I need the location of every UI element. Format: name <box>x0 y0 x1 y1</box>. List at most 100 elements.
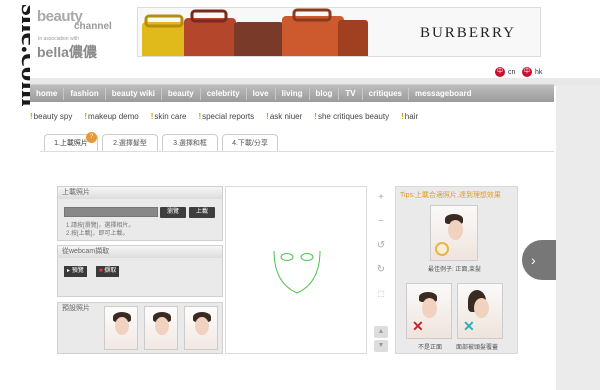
tip-bad-caption-1: 不是正面 <box>418 345 443 351</box>
subnav-label: hair <box>404 111 419 121</box>
photo-canvas[interactable] <box>225 186 367 354</box>
face-shape <box>422 298 437 318</box>
tips-title: Tips:上載合適照片,達到理想效果 <box>400 192 501 199</box>
face-shape <box>474 298 489 318</box>
nav-critiques[interactable]: critiques <box>363 87 409 100</box>
face-guide-outline <box>273 250 321 294</box>
nav-living[interactable]: living <box>276 87 310 100</box>
preset-panel-title: 預設照片 <box>62 305 90 312</box>
good-check-icon <box>435 242 449 256</box>
subnav-she-critiques-beauty[interactable]: !she critiques beauty <box>314 112 389 121</box>
subnav-label: she critiques beauty <box>317 111 390 121</box>
lang-hk-label: hk <box>535 68 543 76</box>
nav-tv[interactable]: TV <box>339 87 363 100</box>
zoom-in-icon[interactable]: + <box>375 192 387 204</box>
upload-note-2: 2.按[上載]，即可上載。 <box>66 231 129 237</box>
tip-good-caption: 最佳例子: 正面,束髮 <box>428 267 482 273</box>
nav-beauty-wiki[interactable]: beauty wiki <box>106 87 162 100</box>
tip-bad-caption-2: 面部被頭髮覆蓋 <box>456 345 499 351</box>
subnav-ask-niuer[interactable]: !ask niuer <box>266 112 302 121</box>
face-shape <box>115 317 129 335</box>
bad-x-icon: ✕ <box>412 318 424 334</box>
nav-beauty[interactable]: beauty <box>162 87 201 100</box>
right-side-panel <box>556 86 600 390</box>
capture-button[interactable]: ■ 擷取 <box>96 266 120 277</box>
tab-label: 1.上載照片 <box>54 140 88 147</box>
nav-blog[interactable]: blog <box>310 87 340 100</box>
capture-label: 擷取 <box>104 268 117 274</box>
browse-button[interactable]: 瀏覽 <box>160 207 186 218</box>
nav-celebrity[interactable]: celebrity <box>201 87 247 100</box>
subnav-label: special reports <box>202 111 255 121</box>
next-arrow-button[interactable]: › <box>522 240 556 280</box>
bullet-icon: ! <box>266 111 269 121</box>
bullet-icon: ! <box>84 111 88 121</box>
bullet-icon: ! <box>30 111 33 121</box>
main-nav: home fashion beauty wiki beauty celebrit… <box>30 84 554 102</box>
fit-icon[interactable]: ⬚ <box>375 288 387 300</box>
subnav-beauty-spy[interactable]: !beauty spy <box>30 112 72 121</box>
subnav-skin-care[interactable]: !skin care <box>151 112 187 121</box>
preset-photo-3[interactable] <box>184 306 218 350</box>
tab-label: 3.選擇和框 <box>173 140 207 147</box>
tab-label: 2.選擇髮型 <box>113 140 147 147</box>
rotate-left-icon[interactable]: ↺ <box>375 240 387 252</box>
tab-step-download-share[interactable]: 4.下載/分享 <box>222 134 278 152</box>
nav-home[interactable]: home <box>30 87 65 100</box>
file-path-input[interactable] <box>64 207 158 217</box>
bullet-icon: ! <box>401 111 404 121</box>
help-badge-icon[interactable]: ? <box>86 132 97 143</box>
nav-messageboard[interactable]: messageboard <box>409 88 477 100</box>
subnav-label: beauty spy <box>33 111 73 121</box>
lang-cn-icon: 中 <box>495 67 505 77</box>
vertical-logo-text: she.com <box>15 4 30 106</box>
face-shape <box>155 317 169 335</box>
bullet-icon: ! <box>314 111 317 121</box>
preset-photo-2[interactable] <box>144 306 178 350</box>
lang-cn[interactable]: 中 cn <box>495 66 515 78</box>
subnav-hair[interactable]: !hair <box>401 112 418 121</box>
tab-divider <box>40 151 554 152</box>
tip-bad-photo-1: ✕ <box>406 283 452 339</box>
preset-photo-1[interactable] <box>104 306 138 350</box>
ad-brand-text: BURBERRY <box>419 25 516 41</box>
tip-bad-photo-2: ✕ <box>457 283 503 339</box>
upload-button[interactable]: 上載 <box>189 207 215 218</box>
bella-logo[interactable]: In association with bella儂儂 <box>37 36 127 60</box>
lang-cn-label: cn <box>508 68 516 76</box>
canvas-toolbar: + − ↺ ↻ ⬚ ▲ ▼ <box>372 186 390 354</box>
lang-hk-icon: 中 <box>522 67 532 77</box>
logo-line-channel: channel <box>74 21 112 32</box>
sub-nav: !beauty spy !makeup demo !skin care !spe… <box>30 108 554 124</box>
subnav-label: makeup demo <box>88 111 139 121</box>
bullet-icon: ! <box>198 111 202 121</box>
nav-love[interactable]: love <box>247 87 276 100</box>
zoom-out-icon[interactable]: − <box>375 216 387 228</box>
chevron-right-icon: › <box>531 252 536 268</box>
she-com-vertical-logo[interactable]: she.com <box>0 0 48 260</box>
subnav-makeup-demo[interactable]: !makeup demo <box>84 112 138 121</box>
subnav-label: skin care <box>154 111 187 121</box>
nav-fashion[interactable]: fashion <box>64 87 106 100</box>
rotate-right-icon[interactable]: ↻ <box>375 264 387 276</box>
record-icon: ■ <box>99 268 103 274</box>
preview-label: 預覽 <box>71 268 84 274</box>
ad-banner[interactable]: BURBERRY <box>137 7 541 57</box>
upload-panel: 上載照片 瀏覽 上載 1.請按[瀏覽]，選擇相片。 2.按[上載]，即可上載。 <box>57 186 223 241</box>
up-arrow-icon[interactable]: ▲ <box>374 326 388 338</box>
subnav-label: ask niuer <box>269 111 303 121</box>
preview-button[interactable]: ▸ 預覽 <box>64 266 87 277</box>
beauty-channel-logo[interactable]: beauty channel <box>37 8 123 34</box>
subnav-special-reports[interactable]: !special reports <box>198 112 254 121</box>
tab-label: 4.下載/分享 <box>232 140 268 147</box>
face-shape <box>448 220 463 240</box>
lang-hk[interactable]: 中 hk <box>522 66 542 78</box>
down-arrow-icon[interactable]: ▼ <box>374 340 388 352</box>
partner-name: bella儂儂 <box>37 44 97 60</box>
tips-panel: Tips:上載合適照片,達到理想效果 最佳例子: 正面,束髮 ✕ ✕ 不是正面 … <box>395 186 518 354</box>
tab-step-frame[interactable]: 3.選擇和框 <box>162 134 218 152</box>
tab-step-hairstyle[interactable]: 2.選擇髮型 <box>102 134 158 152</box>
webcam-panel-title: 從webcam擷取 <box>58 246 222 258</box>
preset-photos-panel: 預設照片 <box>57 302 223 354</box>
step-tabs: 1.上載照片 ? 2.選擇髮型 3.選擇和框 4.下載/分享 <box>40 132 280 152</box>
